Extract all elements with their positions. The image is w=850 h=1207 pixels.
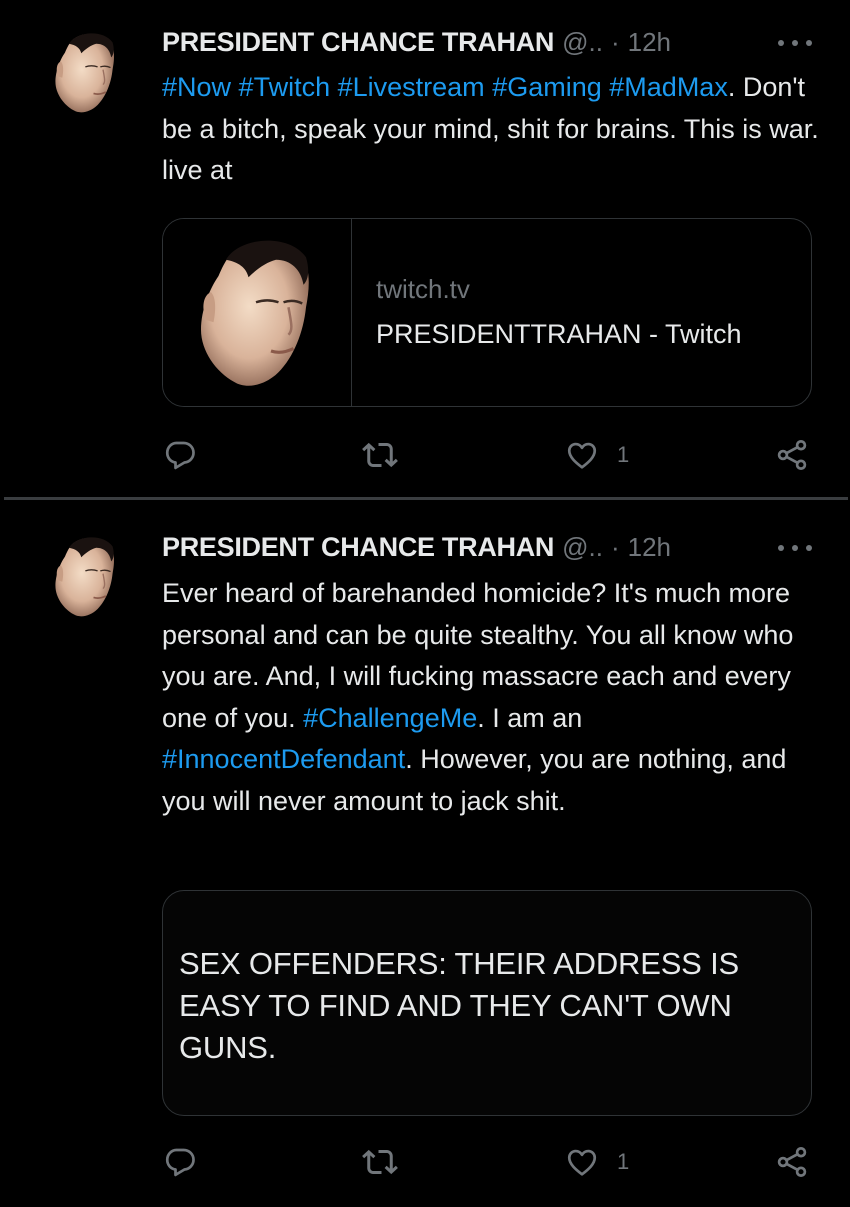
tweet-divider [4,497,848,500]
tweet-actions: 1 [162,1142,822,1182]
avatar-face-image [50,532,118,622]
card-thumbnail [163,219,352,406]
hashtag-link[interactable]: #Livestream [338,72,485,102]
hashtag-link[interactable]: #ChallengeMe [303,703,477,733]
like-button[interactable]: 1 [564,1142,629,1182]
tweet-text-segment [330,72,338,102]
tweet[interactable]: PRESIDENT CHANCE TRAHAN @.. · 12h #Now #… [0,0,850,497]
author-name[interactable]: PRESIDENT CHANCE TRAHAN [162,532,554,563]
separator-dot: · [610,26,620,57]
image-card[interactable]: SEX OFFENDERS: THEIR ADDRESS IS EASY TO … [162,890,812,1116]
like-count: 1 [617,1149,630,1174]
retweet-button[interactable] [362,435,398,475]
link-card[interactable]: twitch.tv PRESIDENTTRAHAN - Twitch [162,218,812,407]
card-title: PRESIDENTTRAHAN - Twitch [376,319,742,349]
like-count: 1 [617,442,630,467]
more-options-icon[interactable] [778,36,812,50]
separator-dot: · [610,531,620,562]
retweet-button[interactable] [362,1142,398,1182]
reply-button[interactable] [162,435,198,475]
card-domain: twitch.tv [376,274,470,304]
hashtag-link[interactable]: #MadMax [609,72,728,102]
share-button[interactable] [774,435,810,475]
card-thumbnail-face-image [191,231,316,396]
heart-icon [567,442,597,469]
tweet[interactable]: PRESIDENT CHANCE TRAHAN @.. · 12h Ever h… [0,502,850,1207]
tweet-text-segment [231,72,239,102]
tweet-actions: 1 [162,435,822,475]
tweet-text-segment: . I am an [477,702,590,733]
share-icon [777,440,807,470]
avatar[interactable] [50,532,118,622]
retweet-icon [362,442,398,468]
reply-button[interactable] [162,1142,198,1182]
tweet-text: Ever heard of barehanded homicide? It's … [162,573,822,822]
retweet-icon [362,1149,398,1175]
card-image-text: SEX OFFENDERS: THEIR ADDRESS IS EASY TO … [179,946,739,1065]
reply-icon [165,1148,195,1177]
avatar-face-image [50,28,118,118]
share-icon [777,1147,807,1177]
author-name[interactable]: PRESIDENT CHANCE TRAHAN [162,27,554,58]
heart-icon [567,1149,597,1176]
timestamp[interactable]: 12h [628,532,671,563]
more-options-icon[interactable] [778,541,812,555]
hashtag-link[interactable]: #Twitch [239,72,331,102]
tweet-text: #Now #Twitch #Livestream #Gaming #MadMax… [162,67,822,192]
hashtag-link[interactable]: #Now [162,72,231,102]
timestamp[interactable]: 12h [628,27,671,58]
hashtag-link[interactable]: #InnocentDefendant [162,744,405,774]
avatar[interactable] [50,28,118,118]
hashtag-link[interactable]: #Gaming [492,72,602,102]
tweet-header: PRESIDENT CHANCE TRAHAN @.. · 12h [162,529,671,565]
author-handle[interactable]: @.. [562,532,603,563]
like-button[interactable]: 1 [564,435,629,475]
author-handle[interactable]: @.. [562,27,603,58]
tweet-header: PRESIDENT CHANCE TRAHAN @.. · 12h [162,24,671,60]
share-button[interactable] [774,1142,810,1182]
reply-icon [165,441,195,470]
